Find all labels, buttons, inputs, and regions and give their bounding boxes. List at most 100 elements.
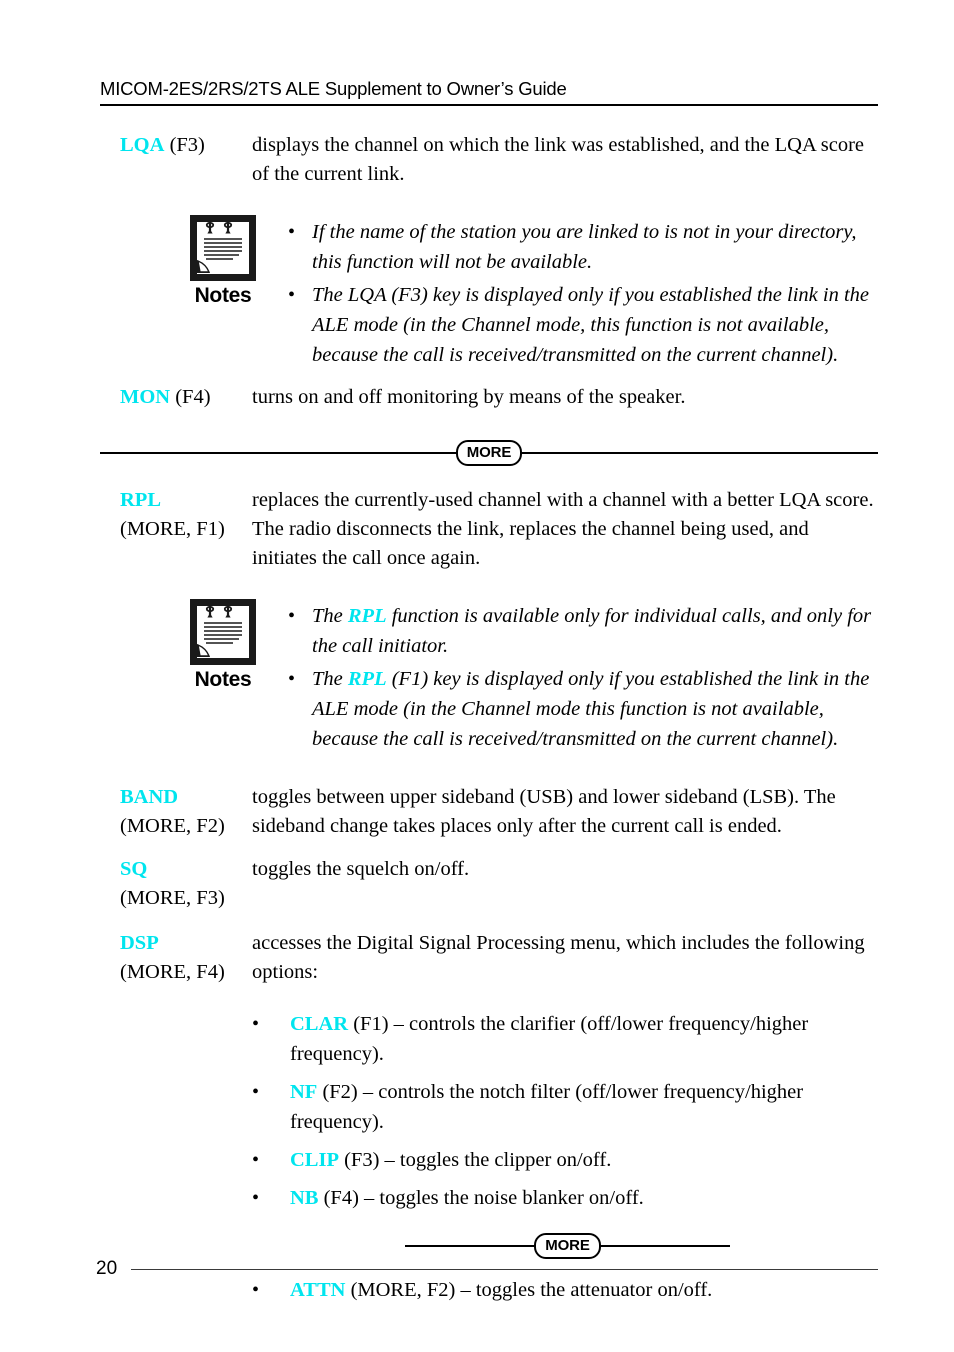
notes-block-2: Notes • The RPL function is available on… xyxy=(0,595,954,757)
document-page: MICOM-2ES/2RS/2TS ALE Supplement to Owne… xyxy=(0,0,954,1352)
more-badge: MORE xyxy=(534,1233,601,1259)
entry-mon: MON (F4) turns on and off monitoring by … xyxy=(0,383,954,412)
dsp-options-list: • CLAR (F1) – controls the clarifier (of… xyxy=(0,1009,954,1213)
key-name-sq: SQ xyxy=(120,858,148,880)
key-name-clar: CLAR xyxy=(290,1013,349,1035)
key-name-dsp: DSP xyxy=(120,932,159,954)
entry-description-lqa: displays the channel on which the link w… xyxy=(252,134,865,185)
key-name-attn: ATTN xyxy=(290,1279,346,1301)
separator-line-right xyxy=(522,452,879,454)
dsp-option-text: NB (F4) – toggles the noise blanker on/o… xyxy=(290,1183,878,1213)
page-footer: 20 xyxy=(0,1258,954,1280)
header-divider xyxy=(100,104,878,106)
notes-caption-2: Notes xyxy=(194,668,252,691)
bullet-icon: • xyxy=(288,605,296,627)
notes-caption-1: Notes xyxy=(194,284,252,307)
notepad-icon-art xyxy=(197,605,242,657)
note-item: • The LQA (F3) key is displayed only if … xyxy=(278,280,878,370)
entry-label-dsp: DSP (MORE, F4) xyxy=(120,929,252,987)
note-text-pre: The LQA (F3) key is displayed only if yo… xyxy=(312,284,869,366)
footer-divider xyxy=(131,1268,878,1270)
notes-list-1: • If the name of the station you are lin… xyxy=(278,211,878,373)
bullet-icon: • xyxy=(252,1187,260,1209)
key-suffix-mon: (F4) xyxy=(170,386,211,408)
note-text-pre: If the name of the station you are linke… xyxy=(312,221,857,273)
entry-description-sq: toggles the squelch on/off. xyxy=(252,858,470,880)
entry-dsp: DSP (MORE, F4) accesses the Digital Sign… xyxy=(0,929,954,987)
notes-list-2: • The RPL function is available only for… xyxy=(278,595,878,757)
key-name-clip: CLIP xyxy=(290,1149,339,1171)
note-text-pre: The xyxy=(312,605,348,627)
bullet-icon: • xyxy=(288,668,296,690)
dsp-option-nb: • NB (F4) – toggles the noise blanker on… xyxy=(252,1183,878,1213)
note-text: The RPL function is available only for i… xyxy=(312,601,878,661)
note-text-post: function is available only for individua… xyxy=(312,605,872,657)
dsp-option-desc: (F1) – controls the clarifier (off/lower… xyxy=(290,1013,809,1065)
note-text-pre: The xyxy=(312,668,348,690)
key-name-lqa: LQA xyxy=(120,134,165,156)
separator-line-left xyxy=(100,452,456,454)
note-text: The RPL (F1) key is displayed only if yo… xyxy=(312,664,878,754)
key-name-nb: NB xyxy=(290,1187,319,1209)
key-name-rpl: RPL xyxy=(120,489,161,511)
note-key-rpl: RPL xyxy=(347,605,387,627)
dsp-option-text: CLIP (F3) – toggles the clipper on/off. xyxy=(290,1145,878,1175)
entry-label-band: BAND (MORE, F2) xyxy=(120,783,252,841)
separator-line-left xyxy=(405,1245,535,1247)
dsp-option-text: CLAR (F1) – controls the clarifier (off/… xyxy=(290,1009,878,1069)
entry-label-mon: MON (F4) xyxy=(120,383,252,412)
note-item: • The RPL (F1) key is displayed only if … xyxy=(278,664,878,754)
key-combo-dsp: (MORE, F4) xyxy=(120,961,225,983)
dsp-option-desc: (F4) – toggles the noise blanker on/off. xyxy=(318,1187,644,1209)
dsp-option-desc: (F2) – controls the notch filter (off/lo… xyxy=(290,1081,804,1133)
notes-block-1: Notes • If the name of the station you a… xyxy=(0,211,954,373)
key-name-nf: NF xyxy=(290,1081,318,1103)
dsp-option-clip: • CLIP (F3) – toggles the clipper on/off… xyxy=(252,1145,878,1175)
more-separator-2: MORE xyxy=(405,1231,731,1261)
notepad-icon-art xyxy=(197,221,242,273)
note-item: • If the name of the station you are lin… xyxy=(278,217,878,277)
page-number: 20 xyxy=(96,1258,118,1279)
bullet-icon: • xyxy=(288,221,296,243)
note-item: • The RPL function is available only for… xyxy=(278,601,878,661)
notes-icon-wrap-2: Notes xyxy=(168,595,278,692)
notepad-icon xyxy=(190,215,256,281)
entry-rpl: RPL (MORE, F1) replaces the currently-us… xyxy=(0,486,954,573)
note-text: If the name of the station you are linke… xyxy=(312,217,878,277)
dsp-option-desc: (MORE, F2) – toggles the attenuator on/o… xyxy=(345,1279,713,1301)
key-name-band: BAND xyxy=(120,786,179,808)
dsp-option-desc: (F3) – toggles the clipper on/off. xyxy=(338,1149,612,1171)
bullet-icon: • xyxy=(252,1081,260,1103)
bullet-icon: • xyxy=(252,1013,260,1035)
page-header: MICOM-2ES/2RS/2TS ALE Supplement to Owne… xyxy=(100,78,878,106)
notepad-icon xyxy=(190,599,256,665)
key-combo-rpl: (MORE, F1) xyxy=(120,518,225,540)
document-body: LQA (F3) displays the channel on which t… xyxy=(0,131,954,1313)
dsp-option-clar: • CLAR (F1) – controls the clarifier (of… xyxy=(252,1009,878,1069)
entry-band: BAND (MORE, F2) toggles between upper si… xyxy=(0,783,954,841)
entry-description-dsp: accesses the Digital Signal Processing m… xyxy=(252,932,865,983)
bullet-icon: • xyxy=(252,1149,260,1171)
header-title: MICOM-2ES/2RS/2TS ALE Supplement to Owne… xyxy=(100,78,567,99)
more-badge: MORE xyxy=(455,440,523,466)
key-combo-band: (MORE, F2) xyxy=(120,815,225,837)
entry-description-mon: turns on and off monitoring by means of … xyxy=(252,386,686,408)
key-combo-sq: (MORE, F3) xyxy=(120,887,225,909)
entry-description-rpl: replaces the currently-used channel with… xyxy=(252,489,874,569)
entry-lqa: LQA (F3) displays the channel on which t… xyxy=(0,131,954,189)
note-text-post: (F1) key is displayed only if you establ… xyxy=(312,668,870,750)
entry-label-rpl: RPL (MORE, F1) xyxy=(120,486,252,544)
entry-label-lqa: LQA (F3) xyxy=(120,131,252,160)
more-separator-1: MORE xyxy=(100,438,879,468)
dsp-option-nf: • NF (F2) – controls the notch filter (o… xyxy=(252,1077,878,1137)
note-text: The LQA (F3) key is displayed only if yo… xyxy=(312,280,878,370)
key-name-mon: MON xyxy=(120,386,171,408)
entry-label-sq: SQ (MORE, F3) xyxy=(120,855,252,913)
note-key-rpl: RPL xyxy=(347,668,387,690)
separator-line-right xyxy=(600,1245,731,1247)
entry-sq: SQ (MORE, F3) toggles the squelch on/off… xyxy=(0,855,954,913)
entry-description-band: toggles between upper sideband (USB) and… xyxy=(252,786,836,837)
dsp-option-text: NF (F2) – controls the notch filter (off… xyxy=(290,1077,878,1137)
bullet-icon: • xyxy=(288,284,296,306)
key-suffix-lqa: (F3) xyxy=(164,134,205,156)
